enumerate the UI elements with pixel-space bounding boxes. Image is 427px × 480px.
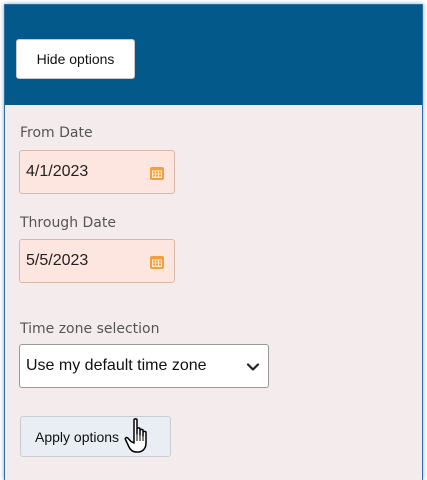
through-date-input[interactable]: 5/5/2023 [19, 239, 175, 283]
through-date-label: Through Date [20, 215, 116, 231]
options-header: Hide options [5, 5, 422, 105]
time-zone-label: Time zone selection [20, 321, 160, 337]
calendar-icon[interactable] [149, 165, 165, 181]
from-date-value: 4/1/2023 [26, 163, 89, 180]
through-date-value: 5/5/2023 [26, 252, 89, 269]
time-zone-select[interactable]: Use my default time zone [19, 344, 269, 388]
from-date-label: From Date [20, 125, 93, 141]
calendar-icon[interactable] [149, 254, 165, 270]
options-panel-frame: Hide options From Date 4/1/2023 Through … [4, 4, 423, 480]
from-date-input[interactable]: 4/1/2023 [19, 150, 175, 194]
hand-pointer-icon [124, 418, 147, 453]
options-panel: From Date 4/1/2023 Through Date 5/5/2023 [5, 105, 422, 480]
chevron-down-icon [246, 363, 260, 371]
hide-options-button[interactable]: Hide options [16, 39, 135, 79]
time-zone-selected-value: Use my default time zone [26, 357, 207, 374]
